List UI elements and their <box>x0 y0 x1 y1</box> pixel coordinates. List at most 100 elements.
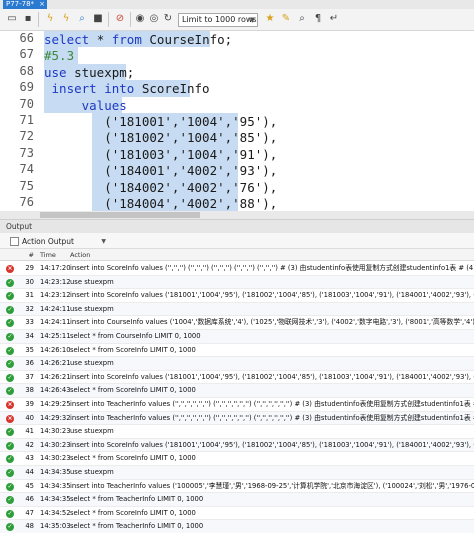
execute-icon[interactable]: ϟ <box>44 13 56 25</box>
code-line[interactable]: select * from CourseInfo; <box>44 32 232 47</box>
row-number: 40 <box>25 413 34 422</box>
error-icon: × <box>6 265 14 273</box>
save-icon[interactable]: ▪ <box>22 13 34 25</box>
row-time: 14:34:35 <box>40 495 71 504</box>
table-row[interactable]: ✓ 45 14:34:35 insert into TeacherInfo value… <box>0 480 474 494</box>
row-number: 34 <box>25 332 34 340</box>
success-icon: ✓ <box>6 333 14 341</box>
row-time: 14:29:25 <box>40 400 71 408</box>
success-icon: ✓ <box>6 360 14 369</box>
row-number: 35 <box>25 345 34 354</box>
row-action: insert into CourseInfo values ('1004','数… <box>70 318 474 327</box>
code-line[interactable]: insert into ScoreInfo <box>44 81 210 96</box>
table-row[interactable]: ✓ 43 14:30:23 select * from ScoreInfo LIMIT… <box>0 452 474 466</box>
row-number: 29 <box>25 264 34 272</box>
toolbar-divider <box>130 12 131 27</box>
row-action: use stuexpm <box>70 304 114 313</box>
row-time: 14:24:11 <box>40 318 71 327</box>
code-line[interactable]: ('184004','4002','88'), <box>44 196 277 211</box>
stop-icon[interactable]: ■ <box>92 13 104 25</box>
table-row[interactable]: ✓ 38 14:26:43 select * from ScoreInfo LIMIT… <box>0 384 474 398</box>
invisible-chars-icon[interactable]: ¶ <box>312 13 324 25</box>
table-row[interactable]: ✓ 42 14:30:23 insert into ScoreInfo values … <box>0 438 474 453</box>
table-row[interactable]: ✓ 41 14:30:23 use stuexpm <box>0 425 474 439</box>
table-row[interactable]: ✓ 32 14:24:11 use stuexpm <box>0 302 474 317</box>
code-line[interactable]: values <box>44 98 127 113</box>
scrollbar-thumb[interactable] <box>40 212 200 218</box>
row-number: 43 <box>25 454 34 463</box>
row-number: 30 <box>25 277 34 286</box>
row-time: 14:26:10 <box>40 345 71 354</box>
word-wrap-icon[interactable]: ↵ <box>328 13 340 25</box>
table-row[interactable]: ✓ 37 14:26:21 insert into ScoreInfo values … <box>0 371 474 385</box>
success-icon: ✓ <box>6 482 14 491</box>
tab-p77-78[interactable]: P77-78* × <box>3 0 47 9</box>
row-number: 46 <box>25 495 34 504</box>
table-row[interactable]: ✓ 31 14:23:12 insert into ScoreInfo values … <box>0 289 474 303</box>
row-time: 14:30:23 <box>40 440 71 449</box>
row-number: 44 <box>25 468 34 476</box>
output-type-select[interactable]: Action Output ▼ <box>10 236 106 247</box>
execute-current-icon[interactable]: ϟ <box>60 13 72 25</box>
sql-editor[interactable]: 66 67 68 69 70 71 72 73 74 75 76 select * from Cou… <box>0 31 474 211</box>
success-icon: ✓ <box>6 469 14 477</box>
close-icon[interactable]: × <box>39 0 45 9</box>
table-row[interactable]: ✓ 33 14:24:11 insert into CourseInfo values… <box>0 316 474 330</box>
limit-rows-select[interactable]: Limit to 1000 rows ▼ <box>178 13 258 27</box>
row-time: 14:26:21 <box>40 359 71 368</box>
find-icon[interactable]: ⌕ <box>296 13 308 25</box>
code-line[interactable]: ('181003','1004','91'), <box>44 147 277 162</box>
table-row[interactable]: ✓ 47 14:34:52 select * from ScoreInfo LIMIT… <box>0 507 474 521</box>
table-row[interactable]: ✓ 35 14:26:10 select * from ScoreInfo LIMIT… <box>0 344 474 358</box>
code-line[interactable]: ('184001','4002','93'), <box>44 163 277 178</box>
line-number: 70 <box>19 96 34 111</box>
grid-header: # Time Action <box>0 249 474 261</box>
chevron-down-icon: ▼ <box>101 238 106 245</box>
code-line[interactable]: ('181001','1004','95'), <box>44 114 277 129</box>
code-line[interactable]: use stuexpm; <box>44 65 134 80</box>
row-number: 33 <box>25 318 34 327</box>
table-row[interactable]: ✓ 36 14:26:21 use stuexpm <box>0 357 474 371</box>
beautify-icon[interactable]: ★ <box>264 13 276 25</box>
toggle-autocommit-icon[interactable]: ⊘ <box>114 13 126 25</box>
row-number: 38 <box>25 386 34 395</box>
success-icon: ✓ <box>6 523 14 532</box>
success-icon: ✓ <box>6 428 14 437</box>
column-header-time[interactable]: Time <box>40 249 70 261</box>
editor-tab-bar: P77-78* × <box>0 0 474 9</box>
table-row[interactable]: ✓ 34 14:25:11 select * from CourseInfo LIMI… <box>0 330 474 344</box>
table-row[interactable]: ✓ 48 14:35:03 select * from TeacherInfo LIM… <box>0 520 474 533</box>
code-line[interactable]: ('184002','4002','76'), <box>44 180 277 195</box>
horizontal-scrollbar[interactable] <box>0 211 474 219</box>
code-line[interactable]: ('181002','1004','85'), <box>44 130 277 145</box>
row-number: 39 <box>25 400 34 408</box>
column-header-number[interactable]: # <box>16 249 34 261</box>
wrench-icon[interactable]: ✎ <box>280 13 292 25</box>
table-row[interactable]: × 39 14:29:25 insert into TeacherInfo value… <box>0 398 474 412</box>
row-action: use stuexpm <box>70 427 114 436</box>
row-action: insert into ScoreInfo values ('181001','… <box>70 372 474 381</box>
success-icon: ✓ <box>6 292 14 301</box>
rollback-icon[interactable]: ◎ <box>148 13 160 25</box>
action-output-grid: # Time Action × 29 14:17:20 insert into Sco… <box>0 249 474 533</box>
tab-title: P77-78* <box>6 0 35 8</box>
code-line[interactable]: #5.3 <box>44 48 74 63</box>
line-number: 75 <box>19 178 34 193</box>
line-number: 72 <box>19 129 34 144</box>
table-row[interactable]: ✓ 30 14:23:12 use stuexpm <box>0 275 474 290</box>
refresh-icon[interactable]: ↻ <box>162 13 174 25</box>
row-action: select * from ScoreInfo LIMIT 0, 1000 <box>70 345 196 354</box>
row-action: use stuexpm <box>70 468 114 476</box>
open-file-icon[interactable]: ▭ <box>6 13 18 25</box>
table-row[interactable]: × 29 14:17:20 insert into ScoreInfo values … <box>0 262 474 276</box>
table-row[interactable]: × 40 14:29:32 insert into TeacherInfo value… <box>0 411 474 426</box>
output-type-value: Action Output <box>22 237 74 246</box>
row-action: select * from ScoreInfo LIMIT 0, 1000 <box>70 454 196 463</box>
row-time: 14:34:35 <box>40 481 71 490</box>
column-header-action[interactable]: Action <box>70 249 90 261</box>
table-row[interactable]: ✓ 44 14:34:35 use stuexpm <box>0 466 474 480</box>
commit-icon[interactable]: ◉ <box>134 13 146 25</box>
table-row[interactable]: ✓ 46 14:34:35 select * from TeacherInfo LIM… <box>0 493 474 507</box>
success-icon: ✓ <box>6 319 14 328</box>
explain-icon[interactable]: ⌕ <box>76 13 88 25</box>
